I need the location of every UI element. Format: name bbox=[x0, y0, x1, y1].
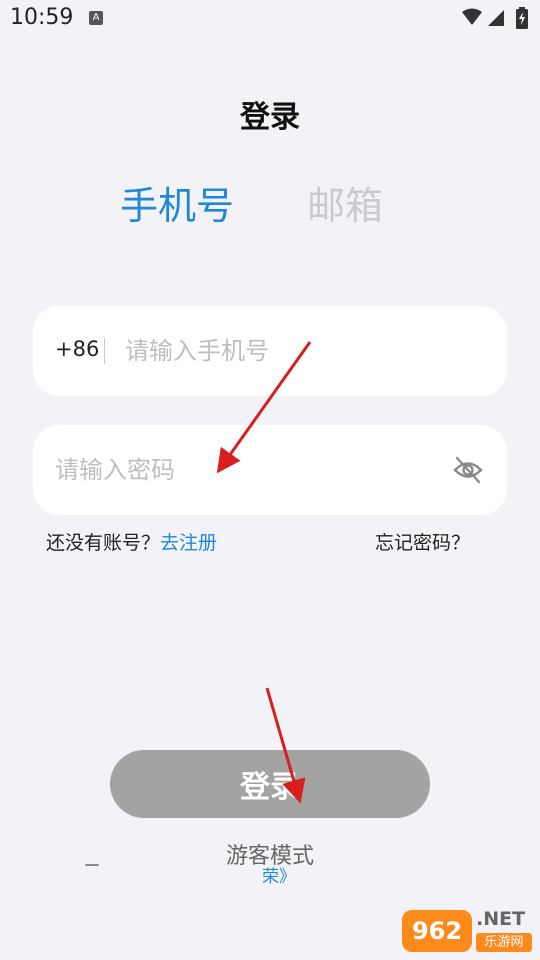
tab-phone[interactable]: 手机号 bbox=[120, 175, 234, 230]
password-input[interactable] bbox=[55, 425, 435, 515]
register-link[interactable]: 去注册 bbox=[160, 532, 217, 554]
password-field-card bbox=[33, 425, 507, 515]
site-watermark: 962 .NET 乐游网 bbox=[400, 906, 536, 956]
forgot-password-link[interactable]: 忘记密码？ bbox=[375, 528, 470, 555]
register-prompt: 还没有账号？去注册 bbox=[46, 528, 217, 555]
status-time: 10:59 bbox=[10, 5, 74, 30]
watermark-logo: 962 bbox=[402, 910, 472, 952]
eye-off-icon[interactable] bbox=[451, 453, 485, 487]
no-account-text: 还没有账号？ bbox=[46, 532, 161, 554]
decorative-dash bbox=[85, 864, 99, 866]
guest-arrow-text: 荣》 bbox=[262, 867, 296, 887]
watermark-sub: 乐游网 bbox=[476, 933, 532, 952]
phone-input[interactable] bbox=[125, 306, 485, 396]
watermark-net: .NET bbox=[476, 908, 526, 930]
login-button[interactable]: 登录 bbox=[110, 750, 430, 818]
notification-badge: A bbox=[89, 11, 103, 25]
wifi-icon bbox=[462, 8, 482, 25]
page-title: 登录 bbox=[240, 100, 300, 135]
battery-icon bbox=[516, 7, 528, 29]
phone-field-card: +86 bbox=[33, 306, 507, 396]
signal-icon bbox=[488, 10, 504, 26]
tab-email[interactable]: 邮箱 bbox=[307, 175, 383, 230]
status-bar: 10:59 A bbox=[0, 0, 540, 38]
country-code[interactable]: +86 bbox=[55, 337, 99, 361]
code-divider bbox=[104, 338, 105, 364]
